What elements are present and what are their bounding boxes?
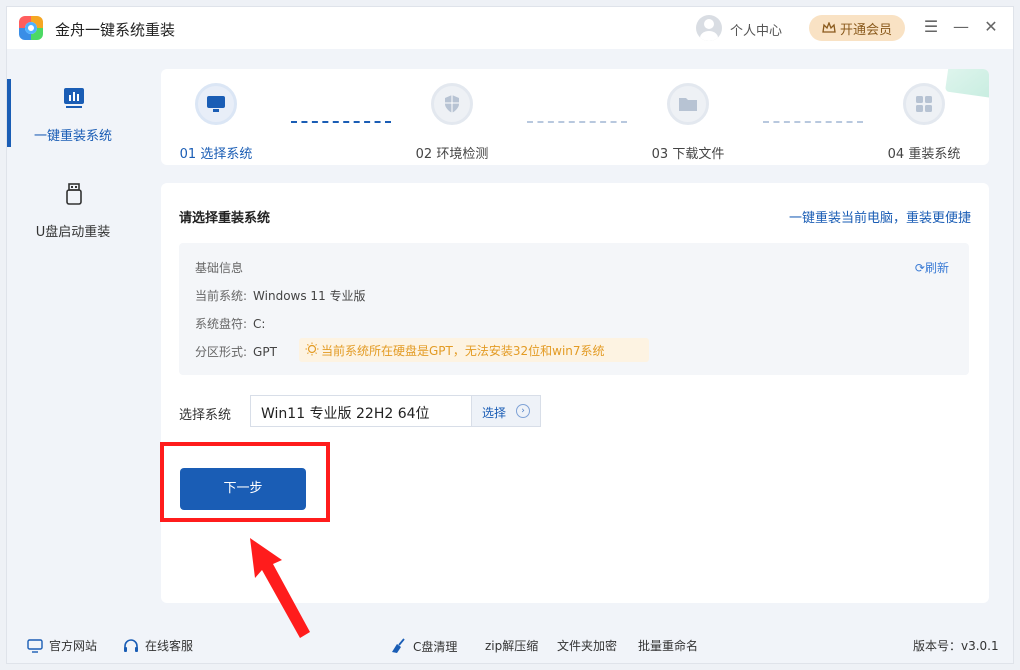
official-website-link[interactable]: 官方网站 [27, 637, 97, 654]
crown-icon [822, 22, 836, 33]
menu-icon[interactable]: ☰ [921, 17, 941, 36]
avatar[interactable] [696, 15, 722, 41]
title-bar: 金舟一键系统重装 个人中心 开通会员 ☰ — ✕ [7, 7, 1013, 49]
online-support-link[interactable]: 在线客服 [123, 637, 193, 654]
panel-title: 请选择重装系统 [179, 211, 271, 226]
step-label: 01 选择系统 [179, 147, 253, 162]
step-reinstall-system: 04 重装系统 [869, 69, 979, 165]
step-connector [527, 121, 627, 123]
step-label: 04 重装系统 [887, 147, 961, 162]
step-download-files: 03 下载文件 [633, 69, 743, 165]
refresh-icon: ⟳ [914, 261, 925, 275]
folder-icon [679, 98, 697, 111]
system-version-field[interactable]: Win11 专业版 22H2 64位 [250, 395, 472, 427]
app-logo-icon [19, 16, 43, 40]
monitor-icon [207, 96, 225, 112]
usb-drive-icon [66, 183, 82, 205]
info-heading: 基础信息 [195, 261, 244, 275]
basic-info-box: 基础信息 ⟳刷新 当前系统: Windows 11 专业版 系统盘符: C: 分区形… [179, 243, 969, 375]
sidebar: 一键重装系统 U盘启动重装 [7, 49, 139, 619]
minimize-button[interactable]: — [951, 17, 971, 36]
monitor-icon [27, 638, 43, 653]
close-button[interactable]: ✕ [981, 17, 1001, 36]
footer-bar: 官方网站 在线客服 C盘清理 zip解压缩 文件夹加密 批量重命名 版本号：v3… [7, 627, 1013, 663]
red-arrow-annotation [250, 538, 310, 638]
sidebar-item-usb-reinstall[interactable]: U盘启动重装 [7, 175, 139, 255]
user-center-link[interactable]: 个人中心 [730, 20, 782, 39]
lightbulb-icon [305, 342, 319, 356]
step-environment-check: 02 环境检测 [397, 69, 507, 165]
shield-icon [445, 95, 459, 113]
folder-encrypt-link[interactable]: 文件夹加密 [557, 637, 617, 654]
step-label: 03 下载文件 [651, 147, 725, 162]
highlight-annotation-box [160, 442, 330, 522]
sidebar-item-one-click-reinstall[interactable]: 一键重装系统 [7, 79, 139, 159]
choose-system-button[interactable]: 选择 › [471, 395, 541, 427]
sidebar-item-label: 一键重装系统 [33, 129, 112, 144]
step-progress: 01 选择系统 02 环境检测 03 下载文件 04 重装系统 [161, 69, 989, 165]
partition-row: 分区形式: GPT [195, 345, 277, 359]
step-connector [291, 121, 391, 123]
warning-text: 当前系统所在硬盘是GPT，无法安装32位和win7系统 [321, 343, 605, 358]
current-system-row: 当前系统: Windows 11 专业版 [195, 289, 366, 303]
refresh-button[interactable]: ⟳刷新 [915, 259, 949, 276]
headset-icon [124, 638, 138, 652]
app-title: 金舟一键系统重装 [55, 21, 176, 39]
vip-button[interactable]: 开通会员 [809, 15, 905, 41]
sidebar-item-label: U盘启动重装 [35, 225, 111, 240]
chart-monitor-icon [64, 88, 84, 108]
step-select-system: 01 选择系统 [161, 69, 271, 165]
system-drive-row: 系统盘符: C: [195, 317, 266, 331]
zip-extract-link[interactable]: zip解压缩 [485, 637, 538, 654]
gpt-warning: 当前系统所在硬盘是GPT，无法安装32位和win7系统 [299, 338, 649, 362]
windows-grid-icon [916, 96, 932, 112]
version-label: 版本号：v3.0.1 [913, 639, 999, 653]
one-click-reinstall-link[interactable]: 一键重装当前电脑，重装更便捷 [789, 207, 971, 226]
vip-label: 开通会员 [839, 22, 892, 38]
c-drive-clean-link[interactable]: C盘清理 [389, 637, 457, 655]
batch-rename-link[interactable]: 批量重命名 [638, 637, 698, 654]
chevron-right-icon: › [516, 404, 530, 418]
broom-icon [392, 638, 405, 653]
step-label: 02 环境检测 [415, 147, 489, 162]
select-system-label: 选择系统 [179, 408, 232, 423]
app-window: 金舟一键系统重装 个人中心 开通会员 ☰ — ✕ 一键重装系统 U盘启动重装 0… [6, 6, 1014, 664]
step-connector [763, 121, 863, 123]
